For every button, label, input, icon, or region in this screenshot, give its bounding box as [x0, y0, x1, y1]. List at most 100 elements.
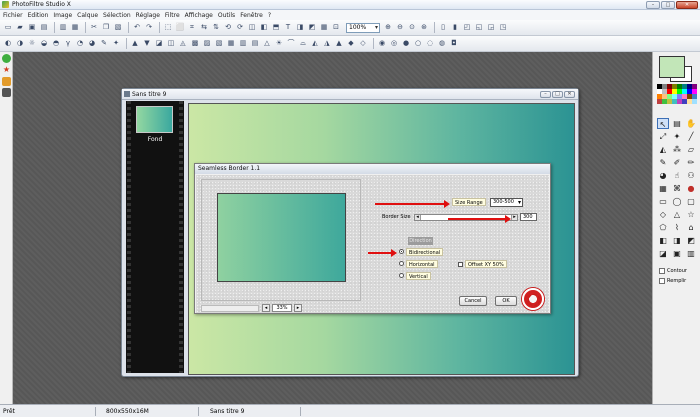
color-picker-icon[interactable]: ◎: [389, 39, 399, 49]
flip-horizontal-icon[interactable]: ⇆: [199, 23, 209, 33]
explorer-icon[interactable]: ▮: [450, 23, 460, 33]
open-folder-icon[interactable]: ▰: [15, 23, 25, 33]
layer-merge-icon[interactable]: ◧: [259, 23, 269, 33]
slider-right-arrow[interactable]: ▸: [511, 215, 517, 220]
spray-tool-icon[interactable]: ⁂: [671, 144, 683, 155]
frame-icon[interactable]: ▤: [250, 39, 260, 49]
selection-mode-f-icon[interactable]: ▥: [685, 248, 697, 259]
rotate-left-icon[interactable]: ⟲: [223, 23, 233, 33]
star-shape-icon[interactable]: ☆: [685, 209, 697, 220]
text-tool-icon[interactable]: T: [283, 23, 293, 33]
rounded-rect-shape-icon[interactable]: ▢: [685, 196, 697, 207]
adjust-icon[interactable]: ◐: [3, 39, 13, 49]
explorer-palette-icon[interactable]: [2, 88, 11, 97]
sepia-icon[interactable]: ▼: [142, 39, 152, 49]
module-icon[interactable]: ◍: [437, 39, 447, 49]
line-tool-icon[interactable]: ╱: [685, 131, 697, 142]
fill-option[interactable]: Remplir: [659, 278, 686, 284]
doc-maximize-button[interactable]: □: [552, 91, 563, 98]
noise-icon[interactable]: ▩: [190, 39, 200, 49]
light-icon[interactable]: ☀: [274, 39, 284, 49]
menu-fenetre[interactable]: Fenêtre: [240, 12, 263, 19]
contrast-icon[interactable]: ◒: [39, 39, 49, 49]
levels-icon[interactable]: ◑: [15, 39, 25, 49]
deform-icon[interactable]: ⌒: [286, 39, 296, 49]
fill-checkbox[interactable]: [659, 278, 665, 284]
canvas-size-icon[interactable]: ⬜: [175, 23, 185, 33]
diamond-shape-icon[interactable]: ◇: [657, 209, 669, 220]
smudge-tool-icon[interactable]: ☝: [671, 170, 683, 181]
toggle-tools-icon[interactable]: ▯: [438, 23, 448, 33]
menu-fichier[interactable]: Fichier: [3, 12, 23, 19]
crop-icon[interactable]: ⌗: [187, 23, 197, 33]
grid-icon[interactable]: ▦: [319, 23, 329, 33]
menu-affichage[interactable]: Affichage: [185, 12, 213, 19]
layer-thumbnail[interactable]: [136, 106, 173, 133]
grayscale-icon[interactable]: ▲: [130, 39, 140, 49]
copy-icon[interactable]: ❐: [101, 23, 111, 33]
cancel-button[interactable]: Cancel: [459, 296, 487, 306]
menu-calque[interactable]: Calque: [77, 12, 98, 19]
shape-library-icon[interactable]: ⌂: [685, 222, 697, 233]
plugin-run-icon[interactable]: ◘: [449, 39, 459, 49]
transparency-icon[interactable]: ◨: [295, 23, 305, 33]
scan-icon[interactable]: ▦: [70, 23, 80, 33]
mask-icon[interactable]: ●: [401, 39, 411, 49]
layer-icon[interactable]: ◫: [247, 23, 257, 33]
tray-icon[interactable]: ◲: [486, 23, 496, 33]
palette-icon[interactable]: ◉: [377, 39, 387, 49]
distort-tool-icon[interactable]: ⌘: [671, 183, 683, 194]
zoom-select[interactable]: 100%: [346, 22, 380, 33]
selection-mode-d-icon[interactable]: ◪: [657, 248, 669, 259]
menu-selection[interactable]: Sélection: [103, 12, 131, 19]
hand-tool-icon[interactable]: ✋: [685, 118, 697, 129]
triangle-shape-icon[interactable]: △: [671, 209, 683, 220]
filter-icon[interactable]: ◩: [307, 23, 317, 33]
print-icon[interactable]: ▥: [58, 23, 68, 33]
plugin-icon[interactable]: ◱: [474, 23, 484, 33]
clone-tool-icon[interactable]: ⚇: [685, 170, 697, 181]
shadow-icon[interactable]: △: [262, 39, 272, 49]
slider-left-arrow[interactable]: ◂: [415, 215, 421, 220]
eyedropper-tool-icon[interactable]: ⤢: [657, 131, 669, 142]
sharpen-icon[interactable]: ◬: [178, 39, 188, 49]
zoom-in-icon[interactable]: ⊕: [383, 23, 393, 33]
menu-help[interactable]: ?: [268, 12, 271, 19]
layers-palette-icon[interactable]: [2, 77, 11, 86]
border-size-value[interactable]: 300: [520, 213, 537, 221]
saturation-icon[interactable]: ◓: [51, 39, 61, 49]
zoom-fit-icon[interactable]: ⊛: [419, 23, 429, 33]
hue-icon[interactable]: ◕: [87, 39, 97, 49]
selection-mode-b-icon[interactable]: ◨: [671, 235, 683, 246]
brightness-icon[interactable]: ☼: [27, 39, 37, 49]
contour-option[interactable]: Contour: [659, 268, 687, 274]
zoom-minus-button[interactable]: ◂: [262, 304, 270, 312]
zoom-out-icon[interactable]: ⊖: [395, 23, 405, 33]
gamma-icon[interactable]: γ: [63, 39, 73, 49]
save-as-icon[interactable]: ▤: [39, 23, 49, 33]
zoom-plus-button[interactable]: ▸: [294, 304, 302, 312]
wand-icon[interactable]: ✦: [111, 39, 121, 49]
pointer-tool-icon[interactable]: ↖: [657, 118, 669, 129]
blur-tool-icon[interactable]: ◕: [657, 170, 669, 181]
advanced-brush-tool-icon[interactable]: ✐: [671, 157, 683, 168]
layer-manager-icon[interactable]: ▤: [671, 118, 683, 129]
stylize-icon[interactable]: ⌓: [298, 39, 308, 49]
fill-bucket-tool-icon[interactable]: ◭: [657, 144, 669, 155]
polygon-shape-icon[interactable]: ⬠: [657, 222, 669, 233]
magic-wand-tool-icon[interactable]: ✦: [671, 131, 683, 142]
actual-size-icon[interactable]: ⊙: [407, 23, 417, 33]
redo-icon[interactable]: ↷: [144, 23, 154, 33]
emboss-icon[interactable]: ▨: [202, 39, 212, 49]
menu-image[interactable]: Image: [53, 12, 72, 19]
close-button[interactable]: ✕: [676, 1, 698, 9]
save-icon[interactable]: ▣: [27, 23, 37, 33]
selection-mode-a-icon[interactable]: ◧: [657, 235, 669, 246]
star-icon[interactable]: ★: [2, 65, 11, 74]
selection-mode-c-icon[interactable]: ◩: [685, 235, 697, 246]
fill-icon[interactable]: ▲: [334, 39, 344, 49]
about-icon[interactable]: ◳: [498, 23, 508, 33]
texture-icon[interactable]: ▥: [238, 39, 248, 49]
pattern-icon[interactable]: ◆: [346, 39, 356, 49]
selection-mode-e-icon[interactable]: ▣: [671, 248, 683, 259]
